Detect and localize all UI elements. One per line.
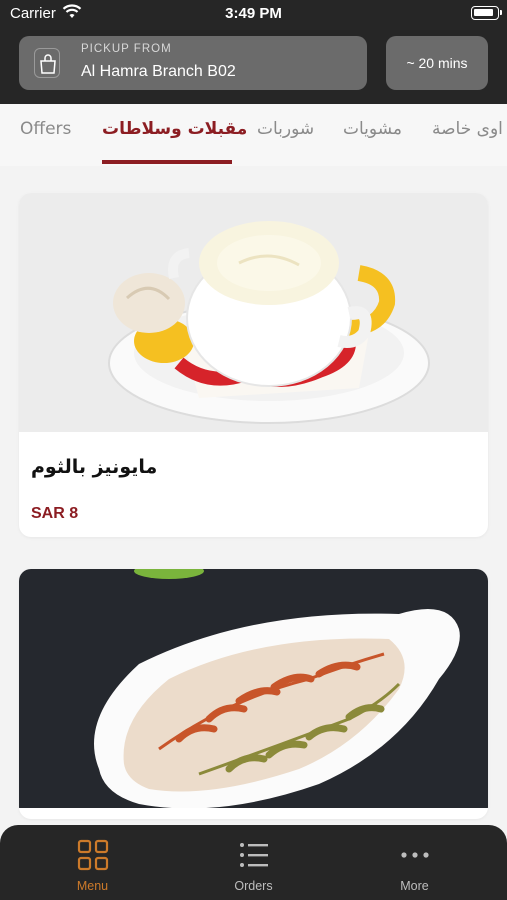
status-bar: Carrier 3:49 PM bbox=[0, 0, 507, 28]
nav-more[interactable]: More bbox=[330, 825, 499, 900]
list-icon bbox=[240, 843, 268, 867]
bottom-nav: Menu Orders More bbox=[0, 825, 507, 900]
menu-item-card[interactable] bbox=[19, 569, 488, 819]
item-price: SAR 8 bbox=[31, 505, 79, 522]
shopping-bag-icon bbox=[34, 48, 60, 78]
nav-more-label: More bbox=[400, 879, 429, 893]
pickup-label: PICKUP FROM bbox=[81, 43, 172, 55]
grid-icon bbox=[77, 839, 109, 871]
active-tab-indicator bbox=[102, 160, 232, 164]
menu-item-card[interactable]: مايونيز بالثوم SAR 8 bbox=[19, 193, 488, 537]
tab-appetizers-salads[interactable]: مقبلات وسلاطات bbox=[102, 119, 247, 139]
nav-orders-label: Orders bbox=[234, 879, 273, 893]
tab-soups[interactable]: شوربات bbox=[257, 119, 314, 139]
dip-photo bbox=[19, 569, 488, 808]
nav-menu-label: Menu bbox=[76, 879, 109, 893]
more-icon bbox=[401, 852, 429, 858]
nav-orders[interactable]: Orders bbox=[169, 825, 338, 900]
tab-grills[interactable]: مشويات bbox=[343, 119, 402, 139]
item-name: مايونيز بالثوم bbox=[31, 456, 158, 478]
clock: 3:49 PM bbox=[225, 5, 282, 22]
nav-menu[interactable]: Menu bbox=[8, 825, 177, 900]
category-tabs: Offers مقبلات وسلاطات شوربات مشويات اوى … bbox=[0, 104, 507, 166]
branch-name: Al Hamra Branch B02 bbox=[81, 63, 236, 80]
eta-button[interactable]: ~ 20 mins bbox=[386, 36, 488, 90]
header: Carrier 3:49 PM PICKUP FROM Al Hamra Bra… bbox=[0, 0, 507, 104]
tab-specials[interactable]: اوى خاصة bbox=[432, 119, 503, 139]
battery-icon bbox=[471, 6, 502, 20]
pickup-branch-selector[interactable]: PICKUP FROM Al Hamra Branch B02 bbox=[19, 36, 367, 90]
tab-offers[interactable]: Offers bbox=[20, 119, 71, 139]
garlic-mayo-photo bbox=[19, 193, 488, 432]
